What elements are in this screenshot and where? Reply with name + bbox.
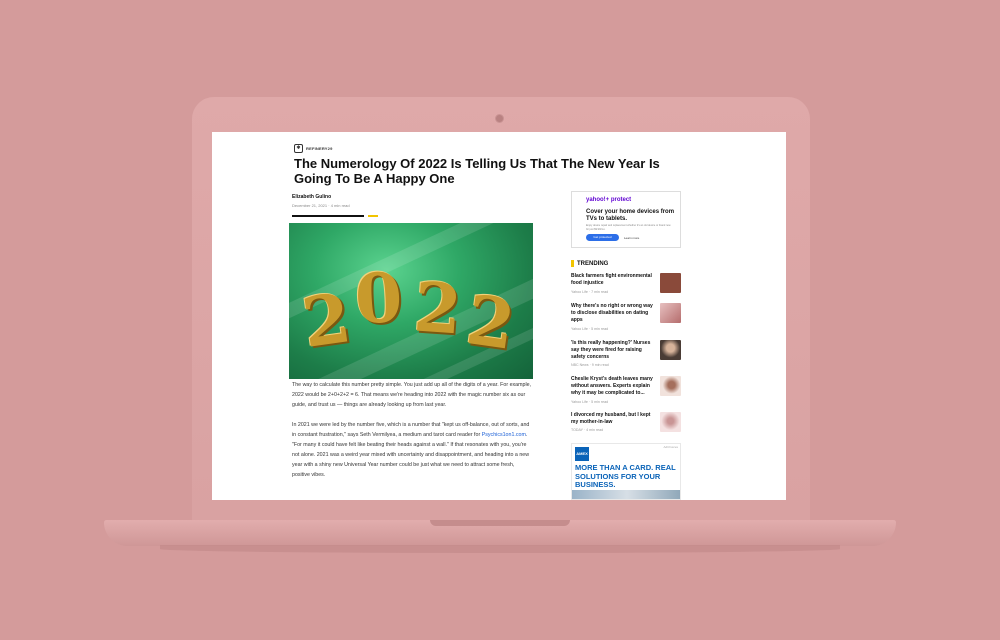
trending-label: TRENDING xyxy=(577,260,609,267)
publisher-brand[interactable]: ✱ REFINERY29 xyxy=(294,144,333,153)
trending-source: Yahoo Life · 7 min read xyxy=(571,290,609,294)
yahoo-plus-logo: yahoo!+ protect xyxy=(586,197,632,203)
trending-title[interactable]: 'Is this really happening?' Nurses say t… xyxy=(571,340,653,361)
learn-more-link[interactable]: Learn more xyxy=(624,236,639,240)
publisher-name: REFINERY29 xyxy=(306,146,333,151)
paragraph-text: . "For many it could have felt like beat… xyxy=(292,432,530,478)
laptop-hinge-notch xyxy=(430,520,570,526)
trending-item[interactable]: Cheslie Kryst's death leaves many withou… xyxy=(571,376,681,410)
trending-title[interactable]: Cheslie Kryst's death leaves many withou… xyxy=(571,376,653,397)
laptop-shadow xyxy=(160,545,840,553)
trending-thumbnail[interactable] xyxy=(660,303,681,323)
amex-ad[interactable]: AMEX AdChoices MORE THAN A CARD. REAL SO… xyxy=(571,443,681,500)
trending-item[interactable]: Black farmers fight environmental food i… xyxy=(571,273,681,307)
ad-subtitle: Enjoy device repair and replacement whet… xyxy=(586,224,671,231)
trending-item[interactable]: 'Is this really happening?' Nurses say t… xyxy=(571,340,681,374)
divider-accent xyxy=(368,215,378,217)
trending-source: NBC News · 9 min read xyxy=(571,363,609,367)
publisher-logo-icon: ✱ xyxy=(294,144,303,153)
trending-title[interactable]: Black farmers fight environmental food i… xyxy=(571,273,653,287)
trending-source: Yahoo Life · 5 min read xyxy=(571,400,609,404)
article-paragraph: The way to calculate this number pretty … xyxy=(292,382,532,408)
article-read-time: 4 min read xyxy=(330,203,350,208)
divider-bar xyxy=(292,215,364,217)
ad-photo xyxy=(572,490,680,499)
trending-thumbnail[interactable] xyxy=(660,412,681,432)
trending-source: TODAY · 4 min read xyxy=(571,428,604,432)
trending-title[interactable]: Why there's no right or wrong way to dis… xyxy=(571,303,653,324)
trending-item[interactable]: Why there's no right or wrong way to dis… xyxy=(571,303,681,337)
amex-logo: AMEX xyxy=(575,447,589,461)
article-paragraph: In 2021 we were led by the number five, … xyxy=(292,420,532,480)
article-author[interactable]: Elizabeth Gulino xyxy=(292,194,331,200)
trending-item[interactable]: I divorced my husband, but I kept my mot… xyxy=(571,412,681,446)
webcam-icon xyxy=(495,114,504,123)
trending-thumbnail[interactable] xyxy=(660,376,681,396)
article-headline: The Numerology Of 2022 Is Telling Us Tha… xyxy=(294,156,660,186)
ad-title: Cover your home devices from TVs to tabl… xyxy=(586,209,675,222)
article-date: December 21, 2021 xyxy=(292,203,328,208)
hero-digit: 2 xyxy=(411,267,465,351)
get-protected-button[interactable]: Get protected xyxy=(586,234,619,241)
article-meta: December 21, 2021 · 4 min read xyxy=(292,203,350,208)
trending-title[interactable]: I divorced my husband, but I kept my mot… xyxy=(571,412,653,426)
trending-thumbnail[interactable] xyxy=(660,273,681,293)
trending-header: TRENDING xyxy=(571,260,608,267)
psychics-link[interactable]: Psychics1on1.com xyxy=(482,432,526,438)
yahoo-protect-ad[interactable]: yahoo!+ protect Cover your home devices … xyxy=(571,191,681,248)
ad-headline: MORE THAN A CARD. REAL SOLUTIONS FOR YOU… xyxy=(575,463,676,489)
trending-source: Yahoo Life · 5 min read xyxy=(571,327,609,331)
trending-accent xyxy=(571,260,574,267)
hero-image: 2 0 2 2 xyxy=(289,223,533,379)
browser-screen: ✱ REFINERY29 The Numerology Of 2022 Is T… xyxy=(212,132,786,500)
adchoices-label[interactable]: AdChoices xyxy=(663,445,678,449)
trending-thumbnail[interactable] xyxy=(660,340,681,360)
hero-digit: 0 xyxy=(352,257,405,341)
hero-digit: 2 xyxy=(461,280,520,366)
